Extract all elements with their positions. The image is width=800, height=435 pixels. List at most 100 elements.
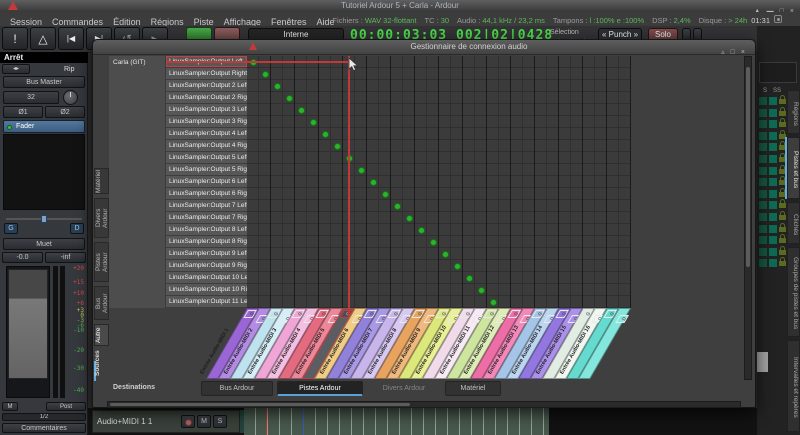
mono-button[interactable]: M — [2, 402, 18, 411]
port-cell[interactable] — [603, 310, 617, 318]
track-visible-cell[interactable] — [759, 143, 767, 151]
connection-dot[interactable] — [490, 299, 497, 306]
port-cell[interactable] — [375, 315, 389, 323]
track-active-cell[interactable] — [769, 248, 777, 256]
source-port-row[interactable]: LinuxSampler:Output 4 Right — [166, 140, 247, 152]
track-visible-cell[interactable] — [759, 132, 767, 140]
source-port-row[interactable]: LinuxSampler:Output 11 Left — [166, 296, 247, 308]
port-cell[interactable] — [399, 315, 413, 323]
port-cell[interactable] — [411, 310, 425, 318]
dialog-left-tab[interactable]: Bus Ardour — [94, 286, 109, 320]
track-active-cell[interactable] — [769, 132, 777, 140]
track-search-input[interactable] — [759, 62, 797, 83]
source-port-row[interactable]: LinuxSampler:Output 6 Right — [166, 188, 247, 200]
connection-dot[interactable] — [262, 71, 269, 78]
connection-matrix[interactable] — [247, 56, 631, 308]
dialog-left-tab[interactable]: Matériel — [94, 168, 109, 194]
destination-column-strip[interactable] — [338, 308, 391, 379]
connection-dot[interactable] — [274, 83, 281, 90]
destination-column-strip[interactable] — [398, 308, 451, 379]
track-visible-cell[interactable] — [759, 259, 767, 267]
connection-dot[interactable] — [478, 287, 485, 294]
connection-dot[interactable] — [334, 143, 341, 150]
track-canvas[interactable] — [244, 408, 549, 435]
track-visible-cell[interactable] — [759, 120, 767, 128]
dialog-bottom-tab[interactable]: Pistes Ardour — [277, 381, 363, 396]
source-port-row[interactable]: LinuxSampler:Output 6 Left — [166, 176, 247, 188]
source-port-row[interactable]: LinuxSampler:Output 7 Left — [166, 200, 247, 212]
port-cell[interactable] — [555, 310, 569, 318]
connection-dot[interactable] — [394, 203, 401, 210]
selection-clock-label[interactable]: Sélection — [550, 29, 579, 36]
track-mute-button[interactable]: M — [197, 415, 211, 428]
destination-column-strip[interactable] — [470, 308, 523, 379]
track-active-cell[interactable] — [769, 213, 777, 221]
track-active-cell[interactable] — [769, 155, 777, 163]
destination-column-strip[interactable] — [566, 308, 619, 379]
dialog-titlebar[interactable]: Gestionnaire de connexion audio ▵□× — [93, 40, 755, 55]
connection-dot[interactable] — [406, 215, 413, 222]
destination-column-strip[interactable] — [206, 308, 259, 379]
io-button[interactable]: 1/2 — [2, 413, 86, 421]
destination-column-strip[interactable] — [434, 308, 487, 379]
track-record-button[interactable] — [181, 415, 195, 428]
destination-column-strip[interactable] — [302, 308, 355, 379]
destination-column-strip[interactable] — [494, 308, 547, 379]
track-visible-cell[interactable] — [759, 236, 767, 244]
destination-column-strip[interactable] — [458, 308, 511, 379]
track-visible-cell[interactable] — [759, 190, 767, 198]
gain-display[interactable]: -0.0 — [2, 252, 43, 263]
destination-column-strip[interactable] — [350, 308, 403, 379]
dialog-bottom-tab[interactable]: Divers Ardour — [367, 381, 441, 396]
destination-column-strip[interactable] — [554, 308, 607, 379]
connection-dot[interactable] — [382, 191, 389, 198]
scrollbar-corner[interactable] — [757, 352, 768, 372]
destination-column-strip[interactable] — [290, 308, 343, 379]
source-port-row[interactable]: LinuxSampler:Output 3 Left — [166, 104, 247, 116]
connection-dot[interactable] — [298, 107, 305, 114]
track-active-cell[interactable] — [769, 97, 777, 105]
track-active-cell[interactable] — [769, 143, 777, 151]
gain-fader-track[interactable] — [6, 266, 50, 398]
track-active-cell[interactable] — [769, 225, 777, 233]
port-cell[interactable] — [519, 315, 533, 323]
source-port-row[interactable]: LinuxSampler:Output 2 Right — [166, 92, 247, 104]
destination-column-strip[interactable] — [374, 308, 427, 379]
lock-icon[interactable] — [779, 238, 786, 243]
source-port-row[interactable]: LinuxSampler:Output 8 Left — [166, 224, 247, 236]
mute-button[interactable]: Muet — [3, 238, 85, 250]
dialog-window-control-icon[interactable]: ▵ — [721, 48, 725, 56]
track-active-cell[interactable] — [769, 109, 777, 117]
source-port-row[interactable]: LinuxSampler:Output 10 Right — [166, 284, 247, 296]
destination-column-strip[interactable] — [326, 308, 379, 379]
lock-icon[interactable] — [779, 250, 786, 255]
port-cell[interactable] — [615, 315, 629, 323]
port-cell[interactable] — [459, 310, 473, 318]
destination-column-strip[interactable] — [482, 308, 535, 379]
dialog-left-tab[interactable]: Autre — [94, 324, 109, 346]
trim-knob[interactable] — [63, 90, 78, 105]
dialog-left-tab[interactable]: Divers Ardour — [94, 198, 109, 238]
sidebar-tab[interactable]: Pistes et bus — [787, 137, 800, 199]
vertical-scrollbar-thumb[interactable] — [746, 67, 750, 267]
port-cell[interactable] — [243, 310, 257, 318]
midi-channel-button[interactable]: 32 — [3, 91, 59, 104]
track-name[interactable]: Audio+MIDI 1 1 — [97, 417, 152, 426]
port-cell[interactable] — [315, 310, 329, 318]
record-indicator-icon[interactable] — [774, 15, 782, 23]
peak-display[interactable]: -inf — [45, 252, 86, 263]
source-port-row[interactable]: LinuxSampler:Output 5 Right — [166, 164, 247, 176]
track-visible-cell[interactable] — [759, 248, 767, 256]
port-cell[interactable] — [447, 315, 461, 323]
phase-invert-right-button[interactable]: Ø2 — [45, 106, 85, 118]
destination-column-strip[interactable] — [422, 308, 475, 379]
goto-start-button[interactable]: |◀ — [58, 27, 84, 50]
strip-scroll-button[interactable]: ◂▸ — [2, 64, 30, 74]
connection-dot[interactable] — [418, 227, 425, 234]
destination-column-strip[interactable] — [518, 308, 571, 379]
port-cell[interactable] — [267, 310, 281, 318]
track-active-cell[interactable] — [769, 190, 777, 198]
track-active-cell[interactable] — [769, 120, 777, 128]
source-port-row[interactable]: LinuxSampler:Output 7 Right — [166, 212, 247, 224]
dialog-bottom-tab[interactable]: Matériel — [445, 381, 501, 396]
